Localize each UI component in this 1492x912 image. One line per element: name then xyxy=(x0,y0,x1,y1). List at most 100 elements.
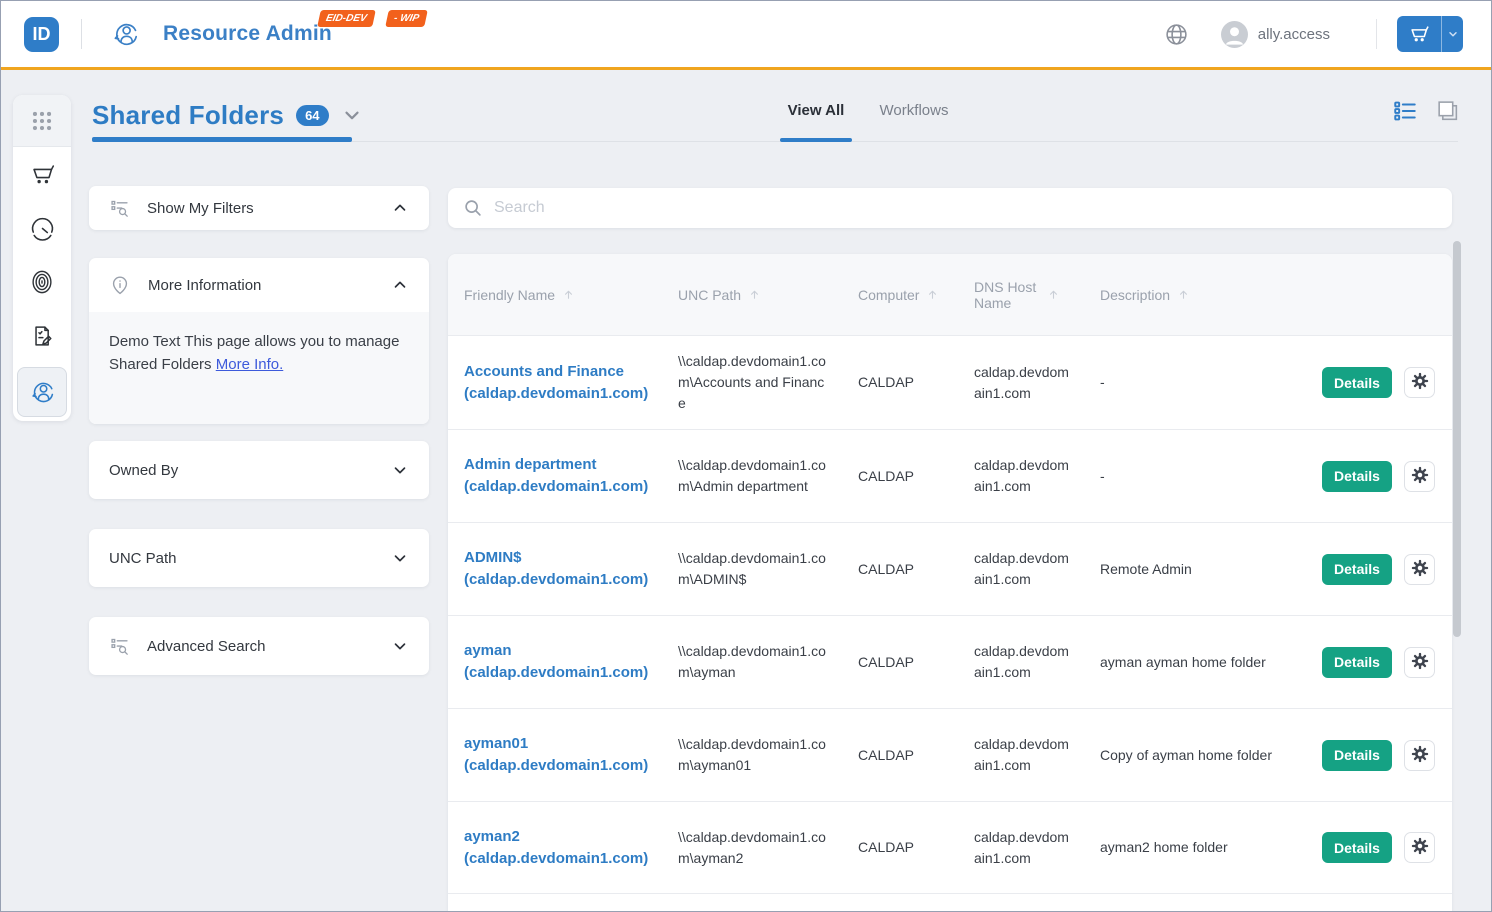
details-button[interactable]: Details xyxy=(1322,554,1392,585)
friendly-name-cell[interactable]: ADMIN$ (caldap.devdomain1.com) xyxy=(464,547,660,591)
dns-host-cell: caldap.devdomain1.com xyxy=(974,827,1074,869)
more-information-toggle[interactable]: More Information xyxy=(89,258,429,312)
env-badge-wip: - WIP xyxy=(385,10,428,27)
row-settings-button[interactable] xyxy=(1404,461,1435,492)
sort-arrow-icon xyxy=(748,288,761,301)
friendly-name-cell[interactable]: Admin department (caldap.devdomain1.com) xyxy=(464,454,660,498)
search-bar xyxy=(448,188,1452,228)
rail-item-dashboard[interactable] xyxy=(13,201,71,255)
sort-arrow-icon xyxy=(562,288,575,301)
top-bar-left: ID Resource Admin EID-DEV - WIP xyxy=(1,1,332,67)
language-globe-icon[interactable] xyxy=(1164,22,1189,47)
chevron-down-icon xyxy=(391,637,409,655)
advanced-search-toggle[interactable]: Advanced Search xyxy=(89,617,429,675)
unc-path-cell: \\caldap.devdomain1.com\ayman2 xyxy=(678,827,828,869)
row-settings-button[interactable] xyxy=(1404,647,1435,678)
column-header-computer[interactable]: Computer xyxy=(858,287,950,303)
sort-arrow-icon xyxy=(926,288,939,301)
friendly-name-cell[interactable]: ayman (caldap.devdomain1.com) xyxy=(464,640,660,684)
friendly-name-cell[interactable]: Accounts and Finance (caldap.devdomain1.… xyxy=(464,361,660,405)
show-my-filters-label: Show My Filters xyxy=(147,200,254,217)
top-bar-right: ally.access xyxy=(1164,16,1463,52)
gear-icon xyxy=(1410,836,1430,859)
search-input[interactable] xyxy=(494,199,1438,217)
rail-item-cart[interactable] xyxy=(13,147,71,201)
description-cell: - xyxy=(1100,466,1312,487)
filter-search-icon xyxy=(109,198,130,219)
row-actions: Details xyxy=(1322,740,1435,771)
owned-by-toggle[interactable]: Owned By xyxy=(89,441,429,499)
env-badge-dev: EID-DEV xyxy=(317,10,375,27)
computer-cell: CALDAP xyxy=(858,745,950,766)
user-menu[interactable]: ally.access xyxy=(1221,21,1330,48)
table-header-row: Friendly Name UNC Path Computer DNS Host… xyxy=(448,254,1452,336)
tab-active-underline xyxy=(780,138,852,142)
details-button[interactable]: Details xyxy=(1322,461,1392,492)
rail-item-fingerprint[interactable] xyxy=(13,255,71,309)
details-button[interactable]: Details xyxy=(1322,367,1392,398)
header-divider xyxy=(1376,19,1377,49)
row-settings-button[interactable] xyxy=(1404,554,1435,585)
gear-icon xyxy=(1410,744,1430,767)
row-actions: Details xyxy=(1322,461,1435,492)
resource-admin-icon xyxy=(112,21,139,48)
chevron-up-icon xyxy=(391,276,409,294)
details-button[interactable]: Details xyxy=(1322,740,1392,771)
rail-item-tasks[interactable] xyxy=(13,309,71,363)
description-cell: - xyxy=(1100,372,1312,393)
table-scrollbar-thumb[interactable] xyxy=(1453,241,1461,637)
chevron-up-icon xyxy=(391,199,409,217)
advanced-search-label: Advanced Search xyxy=(147,638,265,655)
show-my-filters-card: Show My Filters xyxy=(89,186,429,230)
advanced-search-card: Advanced Search xyxy=(89,617,429,675)
more-information-label: More Information xyxy=(148,277,261,294)
page-switcher-chevron-icon[interactable] xyxy=(341,104,363,126)
unc-path-cell: \\caldap.devdomain1.com\ayman xyxy=(678,641,828,683)
gear-icon xyxy=(1410,558,1430,581)
company-logo[interactable]: ID xyxy=(24,17,59,52)
owned-by-label: Owned By xyxy=(109,462,178,479)
list-view-icon[interactable] xyxy=(1392,98,1418,124)
cart-split-button[interactable] xyxy=(1397,16,1463,52)
gear-icon xyxy=(1410,651,1430,674)
chevron-down-icon xyxy=(391,461,409,479)
rail-item-resource-admin[interactable] xyxy=(13,363,71,421)
description-cell: ayman ayman home folder xyxy=(1100,652,1312,673)
column-header-description[interactable]: Description xyxy=(1100,287,1312,303)
dns-host-cell: caldap.devdomain1.com xyxy=(974,548,1074,590)
page-title: Shared Folders xyxy=(92,100,284,131)
details-button[interactable]: Details xyxy=(1322,832,1392,863)
gear-icon xyxy=(1410,371,1430,394)
unc-path-cell: \\caldap.devdomain1.com\ADMIN$ xyxy=(678,548,828,590)
row-settings-button[interactable] xyxy=(1404,740,1435,771)
description-cell: Remote Admin xyxy=(1100,559,1312,580)
more-info-link[interactable]: More Info. xyxy=(216,356,284,373)
computer-cell: CALDAP xyxy=(858,466,950,487)
tab-workflows[interactable]: Workflows xyxy=(879,102,949,119)
view-toggles xyxy=(1392,98,1460,124)
column-header-unc-path[interactable]: UNC Path xyxy=(678,287,828,303)
dns-host-cell: caldap.devdomain1.com xyxy=(974,641,1074,683)
shared-folders-table: Friendly Name UNC Path Computer DNS Host… xyxy=(448,254,1452,912)
row-settings-button[interactable] xyxy=(1404,367,1435,398)
friendly-name-cell[interactable]: ayman01 (caldap.devdomain1.com) xyxy=(464,733,660,777)
column-header-friendly-name[interactable]: Friendly Name xyxy=(464,287,660,303)
unc-path-toggle[interactable]: UNC Path xyxy=(89,529,429,587)
row-actions: Details xyxy=(1322,367,1435,398)
row-actions: Details xyxy=(1322,554,1435,585)
cart-dropdown-caret[interactable] xyxy=(1441,16,1463,52)
user-avatar-icon xyxy=(1221,21,1248,48)
card-view-icon[interactable] xyxy=(1435,99,1460,124)
details-button[interactable]: Details xyxy=(1322,647,1392,678)
dns-host-cell: caldap.devdomain1.com xyxy=(974,455,1074,497)
app-launcher-grid-icon[interactable] xyxy=(13,95,71,147)
row-settings-button[interactable] xyxy=(1404,832,1435,863)
friendly-name-cell[interactable]: ayman2 (caldap.devdomain1.com) xyxy=(464,826,660,870)
rail-item-resource-admin-active xyxy=(17,367,67,417)
unc-path-cell: \\caldap.devdomain1.com\ayman01 xyxy=(678,734,828,776)
tab-view-all[interactable]: View All xyxy=(780,102,852,119)
column-header-dns-host-name[interactable]: DNS Host Name xyxy=(974,279,1074,311)
unc-path-label: UNC Path xyxy=(109,550,177,567)
show-my-filters-toggle[interactable]: Show My Filters xyxy=(89,186,429,230)
record-count-badge: 64 xyxy=(296,105,328,126)
